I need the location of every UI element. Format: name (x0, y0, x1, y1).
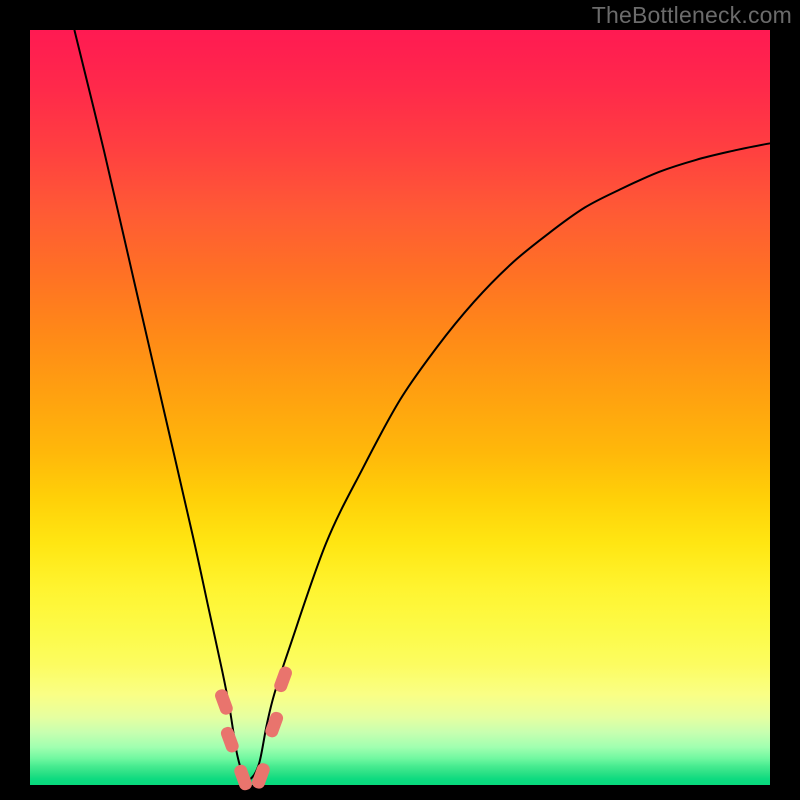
curve-marker (219, 725, 240, 754)
bottleneck-curve (74, 30, 770, 780)
watermark-text: TheBottleneck.com (592, 2, 792, 29)
curve-marker (213, 688, 234, 717)
curve-marker (273, 665, 294, 694)
curve-marker (233, 763, 254, 792)
overlay-svg (30, 30, 770, 785)
chart-root: TheBottleneck.com (0, 0, 800, 800)
